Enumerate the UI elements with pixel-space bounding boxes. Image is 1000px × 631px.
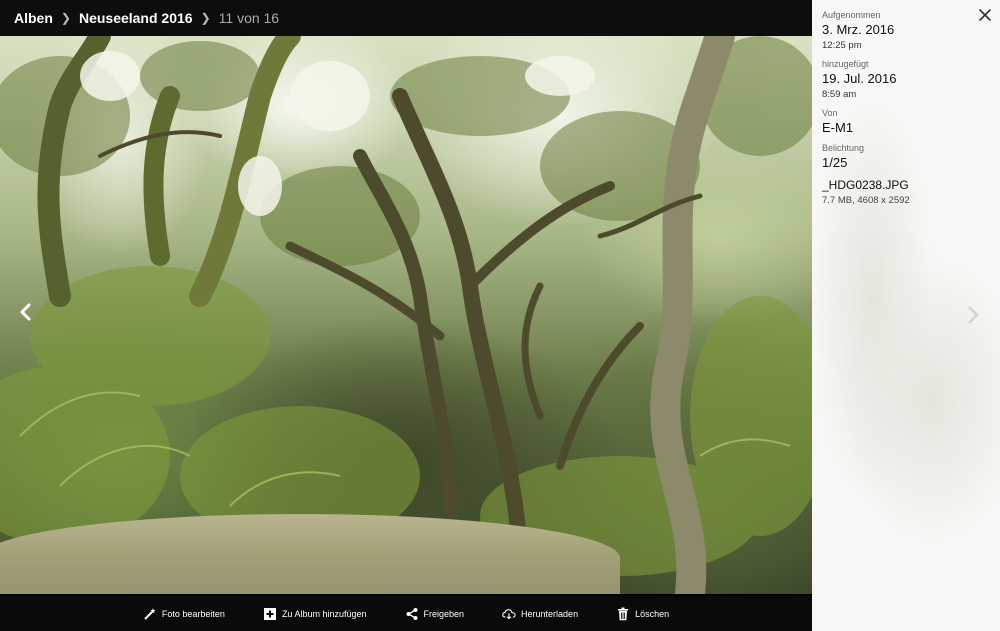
add-to-album-button[interactable]: Zu Album hinzufügen [263, 607, 367, 621]
breadcrumb-album-link[interactable]: Neuseeland 2016 [79, 10, 193, 26]
chevron-right-icon: ❯ [60, 11, 71, 25]
added-date: 19. Jul. 2016 [822, 71, 897, 86]
photo-details: Aufgenommen 3. Mrz. 2016 12:25 pm hinzug… [822, 10, 982, 214]
taken-label: Aufgenommen [822, 10, 881, 20]
taken-time: 12:25 pm [822, 40, 862, 51]
chevron-right-icon[interactable] [966, 305, 980, 325]
breadcrumb: Alben ❯ Neuseeland 2016 ❯ 11 von 16 [0, 0, 812, 36]
share-icon [405, 607, 419, 621]
trash-icon [616, 607, 630, 621]
edit-photo-label: Foto bearbeiten [161, 608, 225, 619]
camera-label: Von [822, 108, 838, 118]
photo-viewer: Alben ❯ Neuseeland 2016 ❯ 11 von 16 Foto… [0, 0, 812, 631]
forest-photo-illustration [0, 36, 812, 594]
exposure-label: Belichtung [822, 143, 865, 153]
photo [0, 36, 812, 594]
camera-group: Von E-M1 [822, 108, 982, 135]
photo-position: 11 von 16 [218, 10, 280, 26]
previous-photo-button[interactable] [18, 303, 44, 329]
file-name: _HDG0238.JPG [822, 178, 909, 192]
magic-wand-icon [143, 607, 157, 621]
camera-value: E-M1 [822, 120, 854, 135]
download-button[interactable]: Herunterladen [502, 607, 578, 621]
share-button[interactable]: Freigeben [405, 607, 465, 621]
chevron-left-icon [20, 303, 31, 321]
foreground-rock [0, 514, 620, 594]
add-to-album-label: Zu Album hinzufügen [281, 608, 367, 619]
added-group: hinzugefügt 19. Jul. 2016 8:59 am [822, 59, 982, 100]
plus-square-icon [263, 607, 277, 621]
photo-toolbar: Foto bearbeiten Zu Album hinzufügen Frei… [0, 596, 812, 631]
delete-button[interactable]: Löschen [616, 607, 669, 621]
exposure-value: 1/25 [822, 155, 848, 170]
chevron-right-icon: ❯ [200, 11, 211, 25]
cloud-download-icon [502, 607, 516, 621]
taken-date: 3. Mrz. 2016 [822, 22, 895, 37]
download-label: Herunterladen [521, 608, 579, 619]
exposure-group: Belichtung 1/25 [822, 143, 982, 170]
info-panel: Aufgenommen 3. Mrz. 2016 12:25 pm hinzug… [812, 0, 1000, 631]
file-meta: 7.7 MB, 4608 x 2592 [822, 195, 910, 206]
added-time: 8:59 am [822, 89, 857, 100]
delete-label: Löschen [635, 608, 670, 619]
share-label: Freigeben [423, 608, 465, 619]
breadcrumb-albums-link[interactable]: Alben [14, 10, 53, 26]
added-label: hinzugefügt [822, 59, 869, 69]
edit-photo-button[interactable]: Foto bearbeiten [143, 607, 225, 621]
file-group: _HDG0238.JPG 7.7 MB, 4608 x 2592 [822, 178, 982, 206]
taken-group: Aufgenommen 3. Mrz. 2016 12:25 pm [822, 10, 982, 51]
